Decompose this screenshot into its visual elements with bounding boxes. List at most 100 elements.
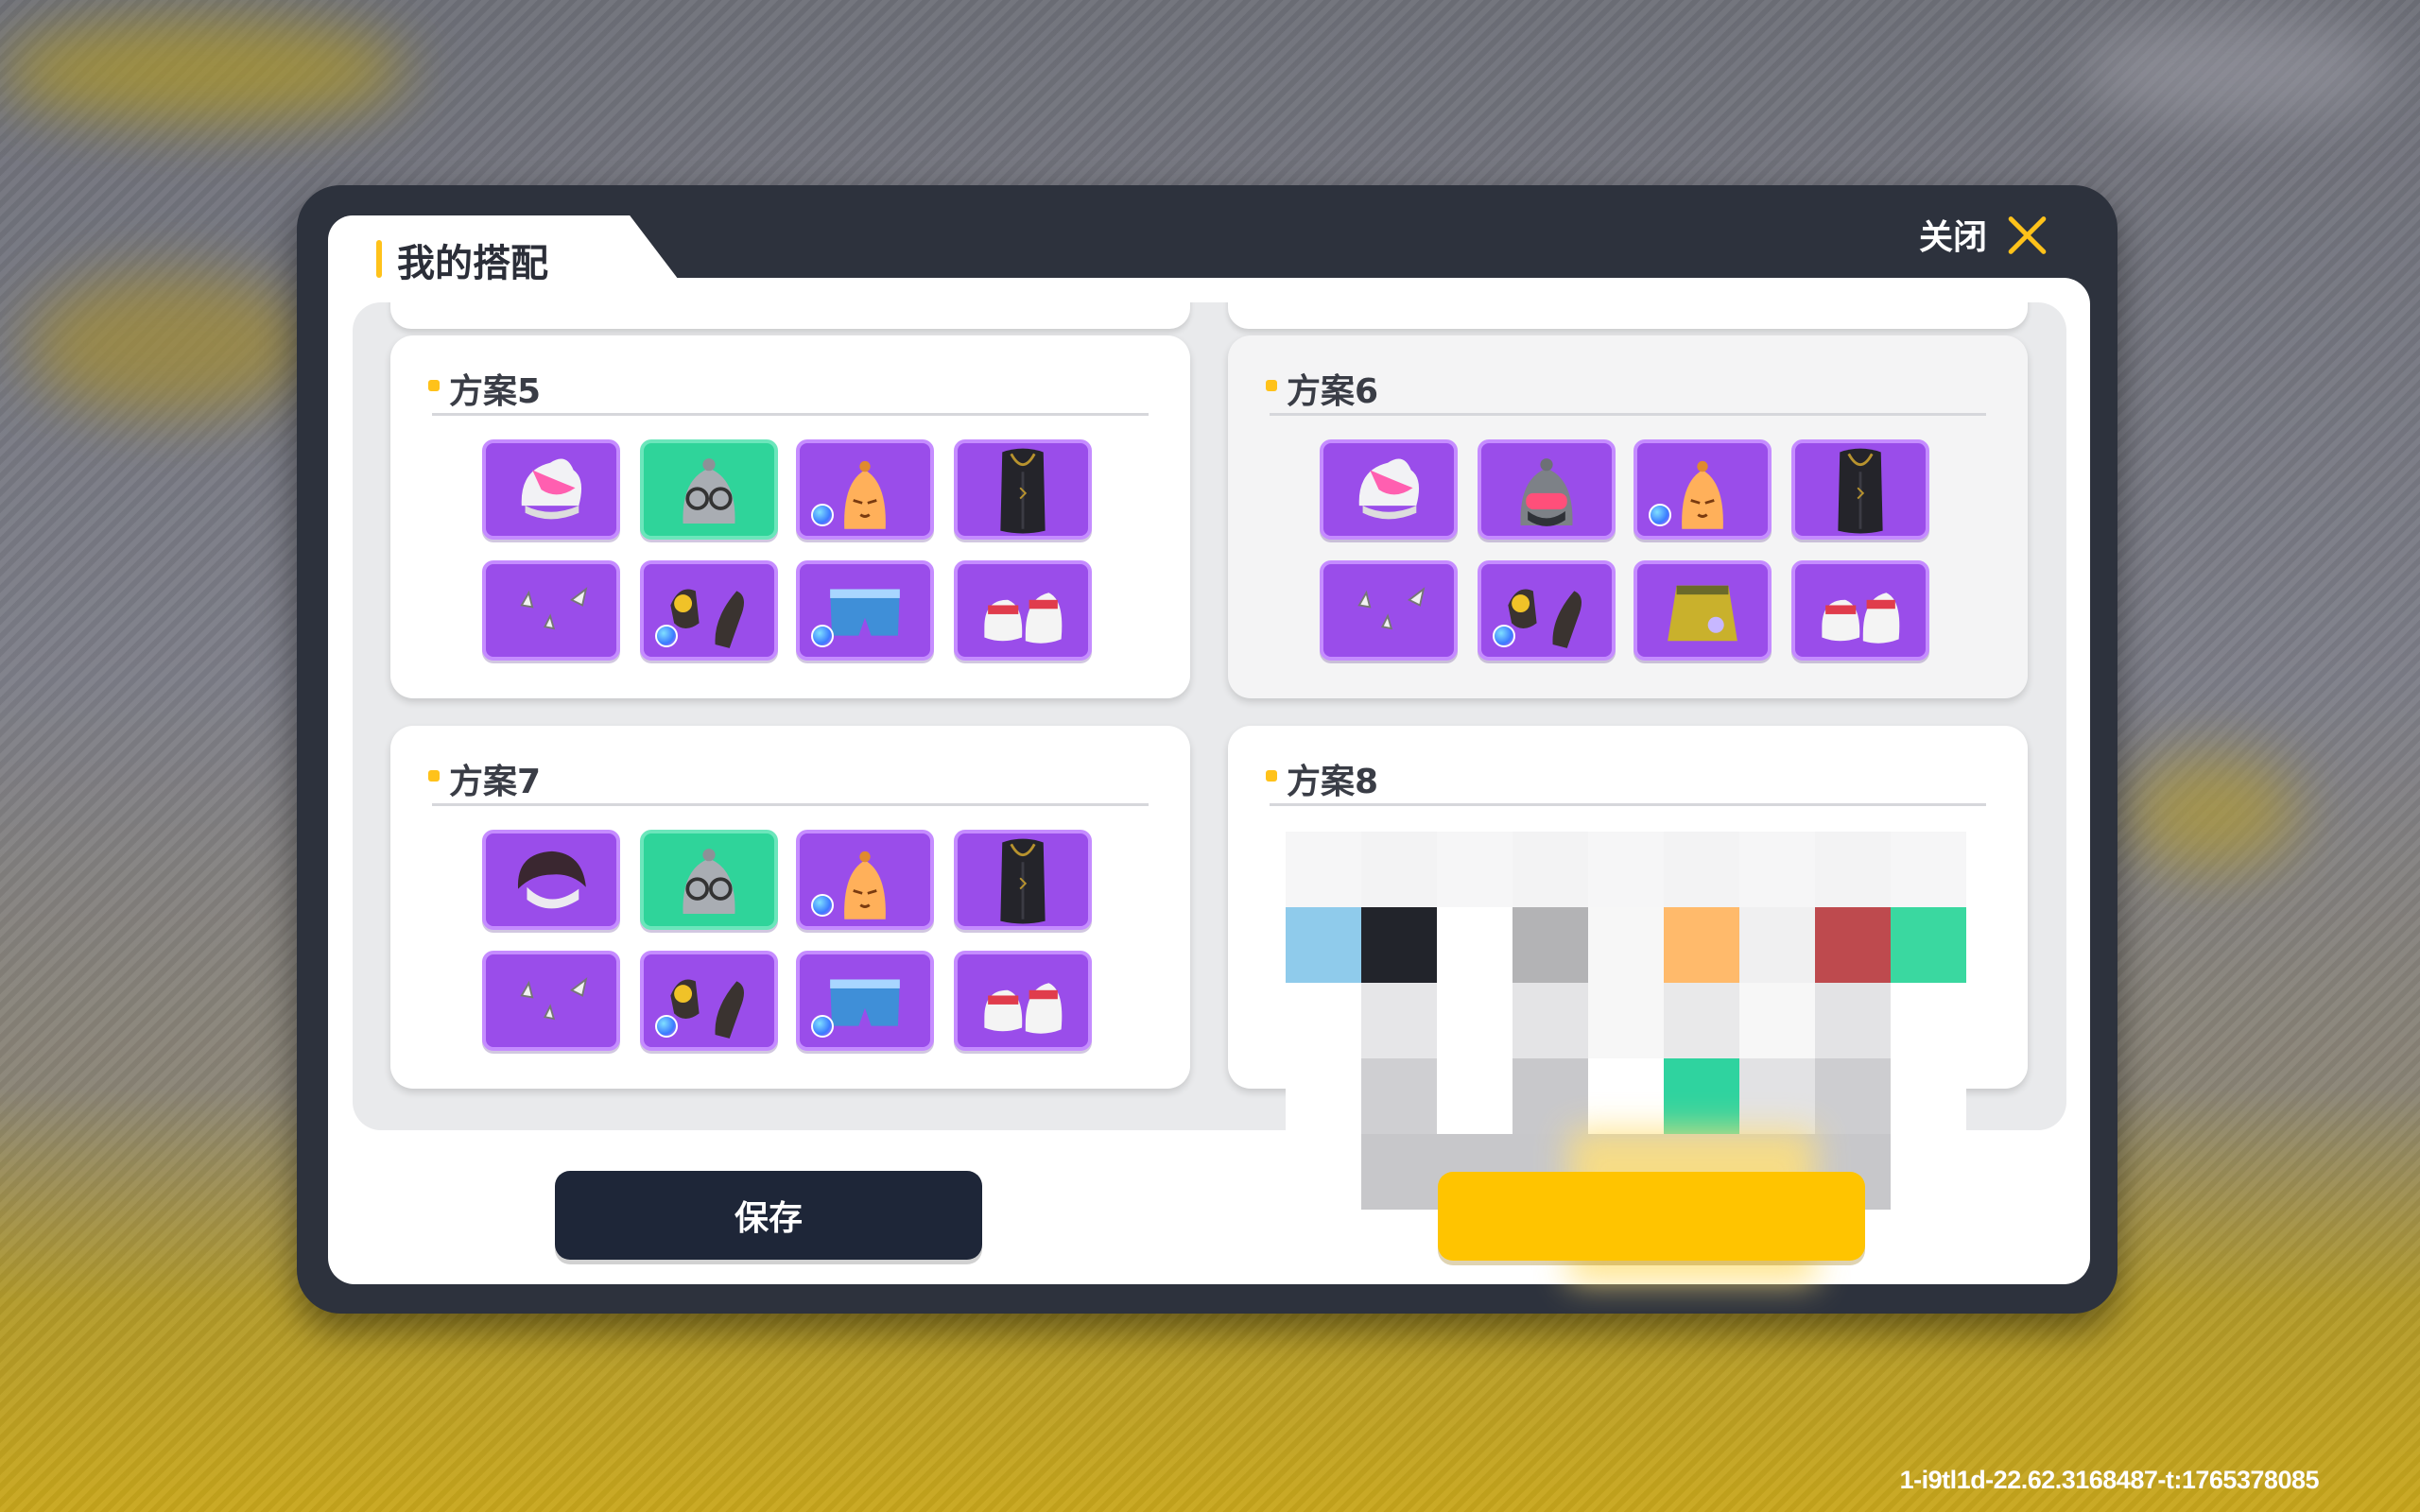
censor-pixel bbox=[1891, 1134, 1966, 1210]
equipment-slot[interactable] bbox=[954, 830, 1092, 930]
divider bbox=[432, 803, 1149, 806]
censor-pixel bbox=[1512, 1058, 1588, 1134]
outfit-card[interactable]: 方案6 bbox=[1228, 335, 2028, 698]
outfit-name: 方案5 bbox=[449, 372, 542, 411]
bg-blob bbox=[2080, 19, 2392, 123]
black-robe-icon bbox=[1795, 443, 1926, 536]
divider bbox=[1270, 803, 1986, 806]
outfit-card[interactable]: 方案5 bbox=[390, 335, 1190, 698]
equipment-slot[interactable] bbox=[482, 830, 620, 930]
outfit-card-partial bbox=[1228, 302, 2028, 329]
censor-pixel bbox=[1815, 1058, 1891, 1134]
equipment-slot[interactable] bbox=[1320, 560, 1458, 661]
equipment-slot[interactable] bbox=[954, 951, 1092, 1051]
bg-blob bbox=[28, 274, 312, 416]
black-robe-icon bbox=[958, 833, 1088, 926]
censor-pixel bbox=[1512, 907, 1588, 983]
bullet-icon bbox=[428, 770, 440, 782]
censor-pixel bbox=[1739, 1058, 1815, 1134]
censor-pixel bbox=[1891, 1058, 1966, 1134]
censor-pixel bbox=[1739, 907, 1815, 983]
close-button[interactable]: 关闭 bbox=[1919, 208, 2049, 261]
rarity-badge-icon bbox=[811, 1015, 834, 1038]
divider bbox=[432, 413, 1149, 416]
censor-pixel bbox=[1286, 832, 1361, 907]
outfit-card-partial bbox=[390, 302, 1190, 329]
equipment-slot[interactable] bbox=[796, 439, 934, 540]
bullet-icon bbox=[428, 380, 440, 391]
censor-pixel bbox=[1815, 832, 1891, 907]
apply-button[interactable] bbox=[1438, 1172, 1865, 1261]
grey-hood-glasses-icon bbox=[644, 443, 774, 536]
equipment-slot[interactable] bbox=[1634, 560, 1772, 661]
censor-pixel bbox=[1664, 1058, 1739, 1134]
equipment-slot[interactable] bbox=[640, 439, 778, 540]
censor-pixel bbox=[1361, 1058, 1437, 1134]
censor-pixel bbox=[1588, 832, 1664, 907]
close-icon bbox=[2006, 213, 2049, 256]
equipment-slot[interactable] bbox=[482, 439, 620, 540]
outfit-card[interactable]: 方案7 bbox=[390, 726, 1190, 1089]
censor-pixel bbox=[1512, 832, 1588, 907]
equipment-slot[interactable] bbox=[1791, 560, 1929, 661]
censor-pixel bbox=[1361, 907, 1437, 983]
equipment-slot[interactable] bbox=[482, 560, 620, 661]
censor-pixel bbox=[1361, 983, 1437, 1058]
modal-title: 我的搭配 bbox=[397, 242, 548, 285]
bg-blob bbox=[2127, 756, 2297, 869]
equipment-slot[interactable] bbox=[954, 560, 1092, 661]
white-wings-icon bbox=[486, 954, 616, 1047]
pink-hair-icon bbox=[1323, 443, 1454, 536]
equipment-slot[interactable] bbox=[482, 951, 620, 1051]
equipment-slot[interactable] bbox=[1478, 560, 1616, 661]
censor-pixel bbox=[1286, 1134, 1361, 1210]
close-label: 关闭 bbox=[1919, 218, 1988, 257]
divider bbox=[1270, 413, 1986, 416]
censor-pixel bbox=[1512, 983, 1588, 1058]
equipment-slot[interactable] bbox=[1634, 439, 1772, 540]
bg-blob bbox=[0, 19, 406, 123]
censor-pixel bbox=[1286, 1058, 1361, 1134]
title-accent-bar bbox=[376, 240, 382, 278]
black-robe-icon bbox=[958, 443, 1088, 536]
rarity-badge-icon bbox=[1649, 504, 1671, 526]
grey-hood-glasses-icon bbox=[644, 833, 774, 926]
red-white-shoes-icon bbox=[958, 954, 1088, 1047]
equipment-slot[interactable] bbox=[640, 560, 778, 661]
equipment-slot[interactable] bbox=[796, 830, 934, 930]
equipment-slot[interactable] bbox=[640, 951, 778, 1051]
censor-pixel bbox=[1815, 983, 1891, 1058]
bullet-icon bbox=[1266, 770, 1277, 782]
equipment-slot[interactable] bbox=[640, 830, 778, 930]
censor-pixel bbox=[1739, 983, 1815, 1058]
censor-pixel bbox=[1891, 832, 1966, 907]
censor-pixel bbox=[1437, 907, 1512, 983]
equipment-slot[interactable] bbox=[1478, 439, 1616, 540]
red-white-shoes-icon bbox=[1795, 564, 1926, 657]
censor-pixel bbox=[1664, 907, 1739, 983]
rarity-badge-icon bbox=[1493, 625, 1515, 647]
censor-pixel bbox=[1588, 907, 1664, 983]
censor-pixel bbox=[1739, 832, 1815, 907]
equipment-slot[interactable] bbox=[796, 951, 934, 1051]
outfit-name: 方案6 bbox=[1287, 372, 1379, 411]
equipment-slot[interactable] bbox=[1791, 439, 1929, 540]
white-wings-icon bbox=[1323, 564, 1454, 657]
censor-pixel bbox=[1815, 907, 1891, 983]
censor-pixel bbox=[1361, 1134, 1437, 1210]
censor-pixel bbox=[1361, 832, 1437, 907]
rarity-badge-icon bbox=[655, 625, 678, 647]
save-button[interactable]: 保存 bbox=[555, 1171, 982, 1260]
censor-pixel bbox=[1437, 832, 1512, 907]
censor-pixel bbox=[1437, 1058, 1512, 1134]
equipment-slot[interactable] bbox=[796, 560, 934, 661]
obscured-region bbox=[1286, 832, 1966, 1210]
equipment-slot[interactable] bbox=[1320, 439, 1458, 540]
equipment-slot[interactable] bbox=[954, 439, 1092, 540]
build-watermark: 1-i9tl1d-22.62.3168487-t:1765378085 bbox=[1899, 1466, 2320, 1494]
censor-pixel bbox=[1286, 983, 1361, 1058]
censor-pixel bbox=[1891, 907, 1966, 983]
outfit-name: 方案8 bbox=[1287, 763, 1379, 801]
outfit-name: 方案7 bbox=[449, 763, 542, 801]
white-wings-icon bbox=[486, 564, 616, 657]
